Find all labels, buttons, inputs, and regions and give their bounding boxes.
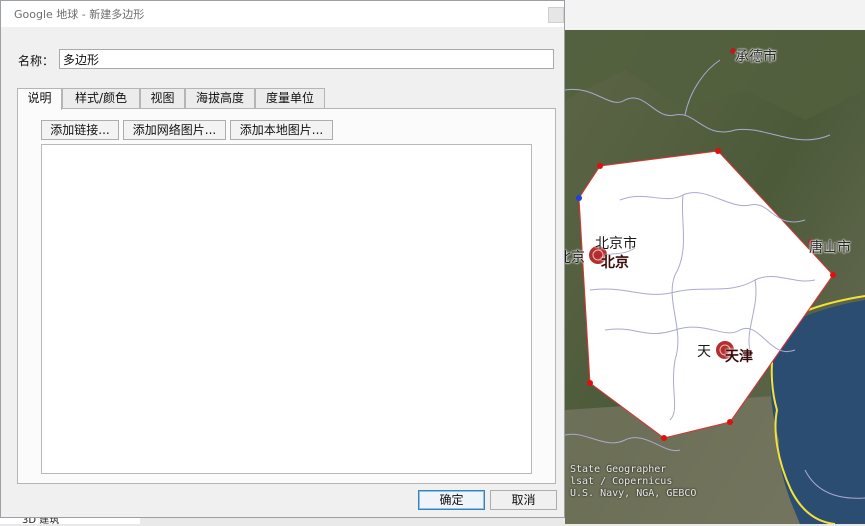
description-textarea[interactable] bbox=[41, 144, 532, 474]
tab-style-color[interactable]: 样式/颜色 bbox=[62, 88, 140, 109]
description-panel: 添加链接... 添加网络图片... 添加本地图片... bbox=[17, 108, 556, 484]
ok-button[interactable]: 确定 bbox=[418, 490, 485, 510]
tab-description[interactable]: 说明 bbox=[17, 88, 62, 110]
label-beijing-left: 北京 bbox=[565, 250, 585, 266]
name-label: 名称： bbox=[18, 54, 55, 68]
add-web-image-button[interactable]: 添加网络图片... bbox=[123, 120, 226, 140]
attribution-line-2: lsat / Copernicus bbox=[570, 476, 673, 487]
tab-altitude[interactable]: 海拔高度 bbox=[185, 88, 255, 109]
app-toolbar bbox=[565, 0, 865, 31]
name-input[interactable] bbox=[59, 49, 554, 69]
label-tianjin: 天津 bbox=[725, 349, 753, 365]
tab-view[interactable]: 视图 bbox=[140, 88, 185, 109]
label-tianjin-left: 天 bbox=[697, 344, 711, 360]
label-beijing: 北京 bbox=[601, 255, 629, 271]
cancel-button[interactable]: 取消 bbox=[490, 490, 557, 510]
add-link-button[interactable]: 添加链接... bbox=[41, 120, 119, 140]
dialog-title: Google 地球 - 新建多边形 bbox=[14, 8, 145, 21]
new-polygon-dialog: Google 地球 - 新建多边形 名称： 说明 样式/颜色 视图 海拔高度 度… bbox=[0, 0, 565, 518]
tab-measurements[interactable]: 度量单位 bbox=[255, 88, 325, 109]
close-button[interactable] bbox=[548, 7, 564, 23]
label-tangshan: 唐山市 bbox=[809, 240, 851, 256]
earth-map-view[interactable]: 承德市 北京市 北京 北京 唐山市 天 天津 State Geographer … bbox=[565, 30, 865, 524]
label-beijing-city: 北京市 bbox=[595, 236, 637, 252]
add-local-image-button[interactable]: 添加本地图片... bbox=[230, 120, 333, 140]
label-chengde: 承德市 bbox=[735, 49, 777, 65]
attribution-line-1: State Geographer bbox=[570, 464, 667, 475]
dialog-titlebar[interactable]: Google 地球 - 新建多边形 bbox=[1, 1, 564, 27]
map-imagery bbox=[565, 30, 865, 524]
attribution-line-3: U.S. Navy, NGA, GEBCO bbox=[570, 488, 697, 499]
